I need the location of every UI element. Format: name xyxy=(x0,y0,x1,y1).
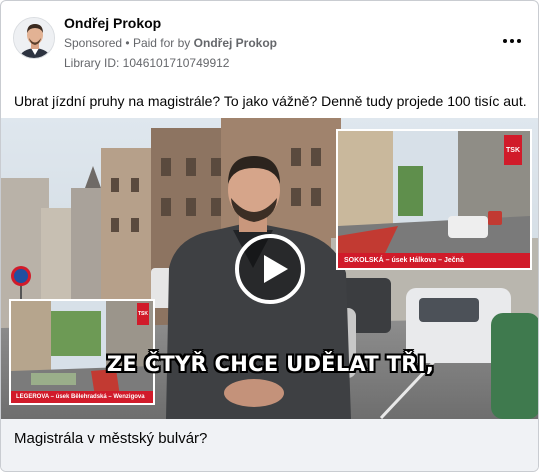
sponsored-label[interactable]: Sponsored xyxy=(64,36,122,50)
author-name[interactable]: Ondřej Prokop xyxy=(64,15,161,31)
ad-card: Ondřej Prokop Sponsored • Paid for by On… xyxy=(0,0,539,472)
link-headline[interactable]: Magistrála v městský bulvár? xyxy=(1,419,538,471)
avatar-image xyxy=(14,18,54,58)
play-icon[interactable] xyxy=(235,234,305,304)
video-subtitle: ZE ČTYŘ CHCE UDĚLAT TŘI, xyxy=(106,352,435,376)
post-caption: Ubrat jízdní pruhy na magistrále? To jak… xyxy=(14,93,527,109)
payer-name[interactable]: Ondřej Prokop xyxy=(194,36,277,50)
library-id: Library ID: 1046101710749912 xyxy=(64,56,230,70)
paid-for-label: Paid for by xyxy=(132,36,191,50)
inset-sokolska-image xyxy=(338,131,530,268)
inset-legerova-label: LEGEROVA – úsek Bělehradská – Wenzigova xyxy=(11,391,153,403)
sponsored-line: Sponsored • Paid for by Ondřej Prokop xyxy=(64,36,277,50)
tsk-logo-small: TSK xyxy=(137,303,149,325)
dot-separator: • xyxy=(125,36,133,50)
more-options-icon[interactable] xyxy=(500,31,524,51)
tsk-logo: TSK xyxy=(504,135,522,165)
inset-sokolska: TSK SOKOLSKÁ – úsek Hálkova – Ječná xyxy=(336,129,532,270)
inset-sokolska-label: SOKOLSKÁ – úsek Hálkova – Ječná xyxy=(338,253,530,268)
video-player[interactable]: TSK SOKOLSKÁ – úsek Hálkova – Ječná TSK … xyxy=(1,118,538,419)
avatar[interactable] xyxy=(13,17,55,59)
